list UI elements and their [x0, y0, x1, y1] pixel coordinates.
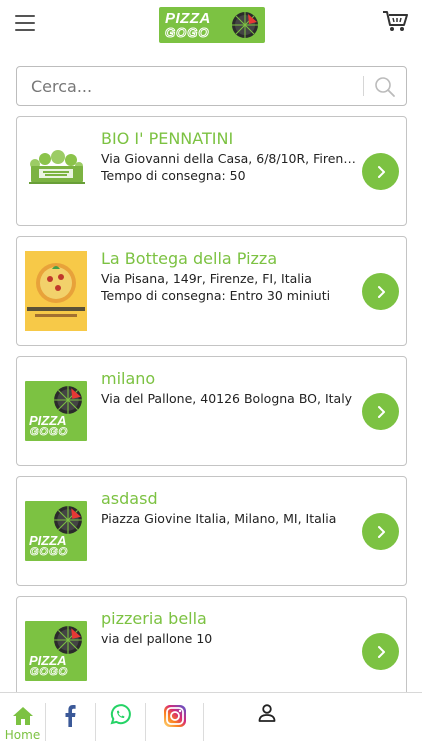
pizza-icon	[54, 386, 82, 414]
hamburger-menu-icon[interactable]	[15, 15, 35, 31]
chevron-right-icon	[377, 285, 385, 298]
search-input[interactable]	[31, 67, 361, 105]
restaurant-name: La Bottega della Pizza	[101, 249, 278, 268]
bottega-logo-image	[25, 251, 87, 331]
restaurant-thumbnail: PIZZA GOGO	[25, 371, 87, 451]
thumb-gogo-text: GOGO	[30, 426, 69, 439]
restaurant-thumbnail	[25, 251, 87, 331]
top-bar: PIZZA GOGO	[0, 0, 422, 50]
app-logo[interactable]: PIZZA GOGO	[159, 7, 265, 43]
open-restaurant-button[interactable]	[362, 153, 399, 190]
pizza-icon	[54, 506, 82, 534]
logo-pizza-text: PIZZA	[165, 10, 211, 27]
user-icon	[258, 704, 276, 722]
search-icon[interactable]	[374, 76, 396, 98]
restaurant-card[interactable]: PIZZA GOGO milano Via del Pallone, 40126…	[16, 356, 407, 466]
restaurant-name: pizzeria bella	[101, 609, 207, 628]
nav-divider	[203, 703, 204, 741]
pizzagogo-placeholder-image: PIZZA GOGO	[25, 381, 87, 441]
chevron-right-icon	[377, 405, 385, 418]
restaurant-address: via del pallone 10	[101, 631, 213, 646]
home-label: Home	[4, 728, 41, 742]
shopping-cart-icon[interactable]	[382, 10, 408, 32]
chevron-right-icon	[377, 645, 385, 658]
pizzagogo-placeholder-image: PIZZA GOGO	[25, 621, 87, 681]
restaurant-delivery-time: Tempo di consegna: 50	[101, 168, 246, 183]
pizzagogo-placeholder-image: PIZZA GOGO	[25, 501, 87, 561]
restaurant-card[interactable]: PIZZA GOGO pizzeria bella via del pallon…	[16, 596, 407, 692]
instagram-icon	[163, 705, 186, 727]
pizza-icon	[232, 12, 258, 38]
restaurant-name: milano	[101, 369, 156, 388]
restaurant-name: asdasd	[101, 489, 158, 508]
search-divider	[363, 76, 364, 96]
tab-home[interactable]: Home	[0, 693, 45, 750]
logo-gogo-text: GOGO	[165, 25, 210, 40]
restaurant-list: BIO I' PENNATINI Via Giovanni della Casa…	[16, 116, 407, 692]
restaurant-thumbnail: PIZZA GOGO	[25, 611, 87, 691]
whatsapp-button[interactable]	[96, 693, 144, 750]
instagram-button[interactable]	[146, 693, 203, 750]
open-restaurant-button[interactable]	[362, 273, 399, 310]
restaurant-address: Via Giovanni della Casa, 6/8/10R, Firenz…	[101, 151, 359, 166]
facebook-button[interactable]	[46, 693, 94, 750]
restaurant-card[interactable]: BIO I' PENNATINI Via Giovanni della Casa…	[16, 116, 407, 226]
search-box	[16, 66, 407, 106]
facebook-icon	[65, 705, 76, 727]
bottom-navigation: Home	[0, 692, 422, 750]
open-restaurant-button[interactable]	[362, 393, 399, 430]
open-restaurant-button[interactable]	[362, 633, 399, 670]
pennatini-logo-image	[29, 150, 85, 184]
chevron-right-icon	[377, 165, 385, 178]
pizza-icon	[54, 626, 82, 654]
home-icon	[12, 707, 33, 725]
restaurant-card[interactable]: La Bottega della Pizza Via Pisana, 149r,…	[16, 236, 407, 346]
restaurant-thumbnail: PIZZA GOGO	[25, 491, 87, 571]
restaurant-address: Piazza Giovine Italia, Milano, MI, Itali…	[101, 511, 337, 526]
restaurant-delivery-time: Tempo di consegna: Entro 30 miniuti	[101, 288, 331, 303]
restaurant-address: Via del Pallone, 40126 Bologna BO, Italy	[101, 391, 353, 406]
open-restaurant-button[interactable]	[362, 513, 399, 550]
restaurant-name: BIO I' PENNATINI	[101, 129, 234, 148]
whatsapp-icon	[110, 704, 131, 725]
account-button[interactable]	[246, 693, 288, 750]
thumb-gogo-text: GOGO	[30, 666, 69, 679]
restaurant-thumbnail	[25, 131, 87, 211]
restaurant-card[interactable]: PIZZA GOGO asdasd Piazza Giovine Italia,…	[16, 476, 407, 586]
chevron-right-icon	[377, 525, 385, 538]
thumb-gogo-text: GOGO	[30, 546, 69, 559]
restaurant-address: Via Pisana, 149r, Firenze, FI, Italia	[101, 271, 312, 286]
